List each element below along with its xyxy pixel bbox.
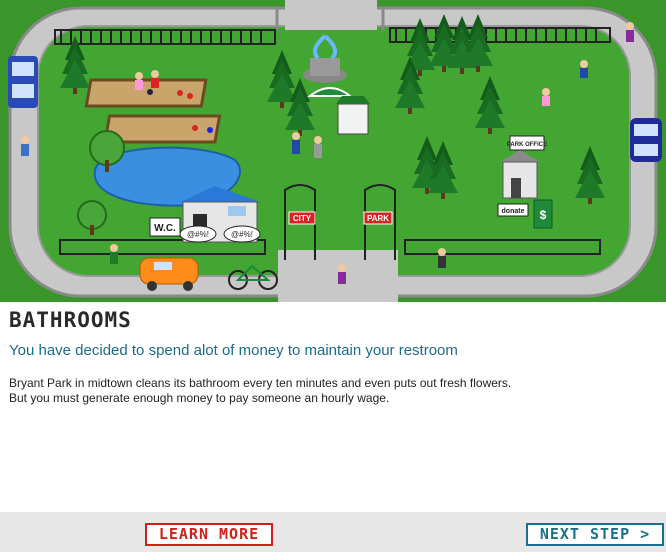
gate-sign-right: PARK (367, 214, 389, 223)
gate-sign-left: CITY (293, 214, 312, 223)
speech-bubble-left: @#%! (187, 230, 209, 239)
footer-bar: LEARN MORE NEXT STEP > (0, 512, 666, 552)
speech-bubble-right: @#%! (231, 230, 253, 239)
donation-box-dollar: $ (540, 208, 547, 222)
restroom-sign: W.C. (154, 223, 176, 234)
donate-sign: donate (502, 208, 525, 215)
topic-description: Bryant Park in midtown cleans its bathro… (9, 376, 512, 405)
park-scene: W.C. CITY PARK PARK OFFICE donate $ @#%!… (0, 0, 666, 302)
next-step-button[interactable]: NEXT STEP > (526, 523, 664, 546)
decision-text: You have decided to spend alot of money … (9, 342, 458, 359)
learn-more-button[interactable]: LEARN MORE (145, 523, 273, 546)
topic-heading: BATHROOMS (9, 308, 132, 332)
park-office-sign: PARK OFFICE (507, 142, 547, 148)
